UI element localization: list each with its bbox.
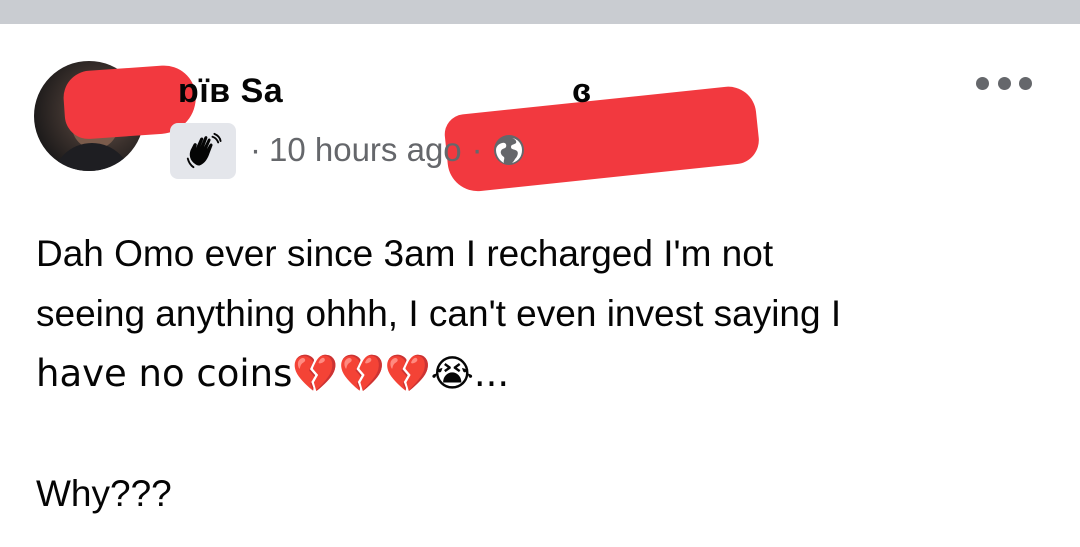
meta-separator-1: · (250, 131, 261, 168)
post-timestamp[interactable]: 10 hours ago (269, 131, 462, 169)
more-dot (976, 76, 989, 90)
top-divider-band (0, 0, 1080, 24)
post-meta: · 10 hours ago · (244, 128, 525, 172)
author-name-end: ɞ (572, 72, 592, 110)
post-card: ɒïʙ Sa ɞ · 10 hours ago · Dah Omo ever s… (0, 24, 1080, 547)
more-dot (1019, 76, 1032, 90)
post-message: Dah Omo ever since 3am I recharged I'm n… (36, 224, 1046, 404)
post-line: Dah Omo ever since 3am I recharged I'm n… (36, 233, 774, 274)
more-dot (997, 76, 1011, 90)
post-followup: Why??? (36, 473, 172, 514)
author-name-start: ɒïʙ Sa (178, 72, 284, 110)
post-line: have no coins💔💔💔😭... (36, 352, 510, 395)
meta-separator-2: · (471, 131, 483, 168)
avatar-shoulders (52, 143, 132, 171)
waving-hand-badge[interactable] (170, 123, 236, 179)
post-line: seeing anything ohhh, I can't even inves… (36, 293, 842, 334)
post-body: Dah Omo ever since 3am I recharged I'm n… (36, 224, 1046, 524)
globe-icon[interactable] (493, 134, 525, 166)
waving-hand-icon (186, 132, 222, 169)
more-options-button[interactable] (976, 68, 1032, 98)
